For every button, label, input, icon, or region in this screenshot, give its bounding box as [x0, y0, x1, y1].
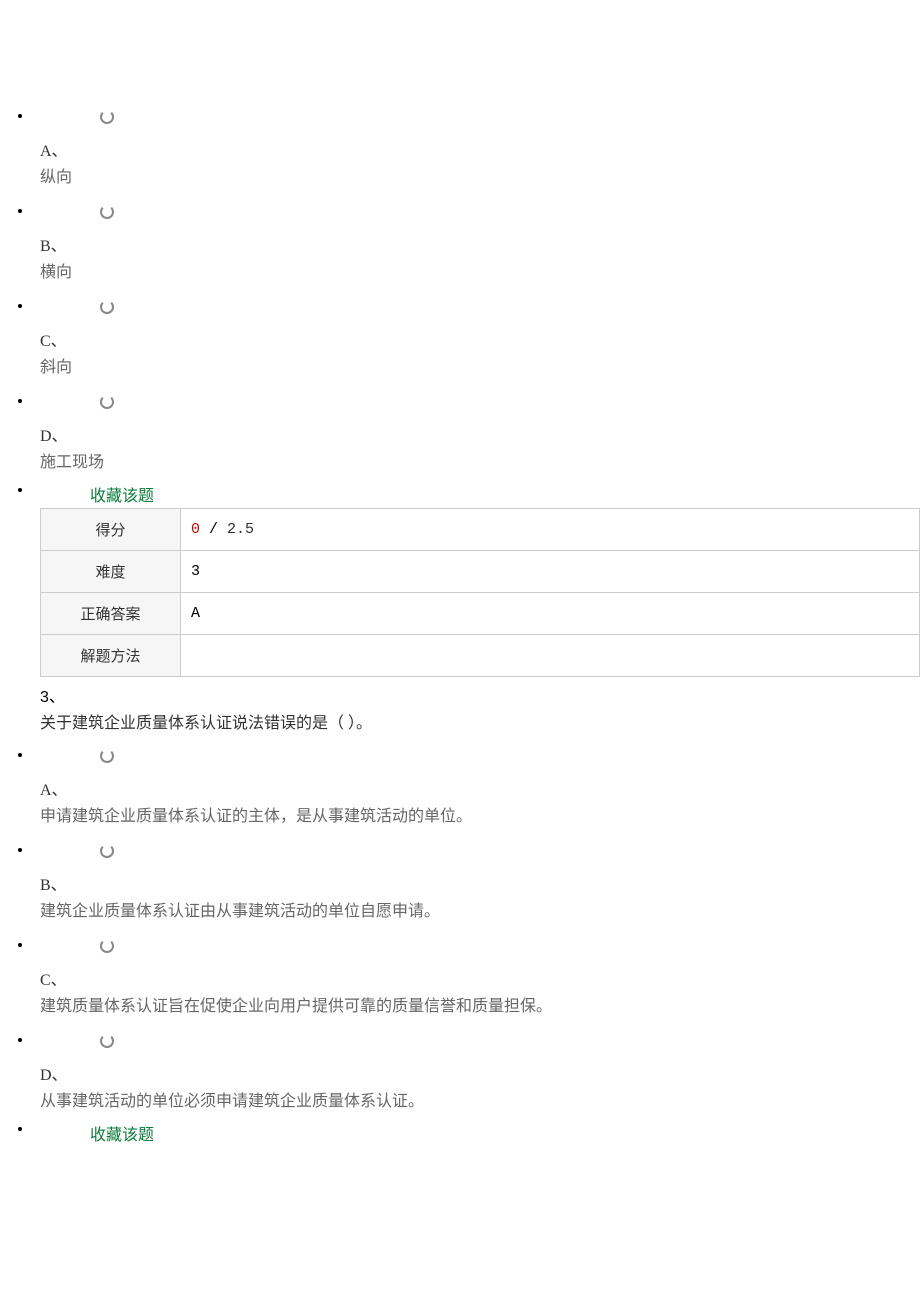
favorite-link[interactable]: 收藏该题 — [90, 1119, 154, 1147]
option-text: 横向 — [40, 258, 920, 282]
radio-icon — [100, 749, 114, 763]
option-text: 建筑质量体系认证旨在促使企业向用户提供可靠的质量信誉和质量担保。 — [40, 992, 920, 1016]
answer-info-table: 得分 0 / 2.5 难度 3 正确答案 A 解题方法 — [40, 508, 920, 677]
option-letter: C、 — [40, 966, 920, 990]
table-row: 正确答案 A — [41, 593, 920, 635]
favorite-row: 收藏该题 — [0, 480, 920, 508]
score-label: 得分 — [41, 509, 181, 551]
method-label: 解题方法 — [41, 635, 181, 677]
question-text: 关于建筑企业质量体系认证说法错误的是（ ）。 — [40, 709, 920, 733]
radio-icon — [100, 395, 114, 409]
radio-icon — [100, 844, 114, 858]
favorite-row: 收藏该题 — [0, 1119, 920, 1147]
option-text: 申请建筑企业质量体系认证的主体，是从事建筑活动的单位。 — [40, 802, 920, 826]
option-letter: B、 — [40, 232, 920, 256]
q3-option-d[interactable]: D、 从事建筑活动的单位必须申请建筑企业质量体系认证。 — [0, 1024, 920, 1111]
option-text: 斜向 — [40, 353, 920, 377]
table-row: 得分 0 / 2.5 — [41, 509, 920, 551]
q2-option-d[interactable]: D、 施工现场 — [0, 385, 920, 472]
method-value — [181, 635, 920, 677]
option-text: 纵向 — [40, 163, 920, 187]
option-letter: D、 — [40, 422, 920, 446]
score-sep: / — [200, 521, 227, 538]
option-letter: A、 — [40, 776, 920, 800]
q3-option-a[interactable]: A、 申请建筑企业质量体系认证的主体，是从事建筑活动的单位。 — [0, 739, 920, 826]
q2-option-c[interactable]: C、 斜向 — [0, 290, 920, 377]
radio-icon — [100, 939, 114, 953]
radio-icon — [100, 110, 114, 124]
difficulty-label: 难度 — [41, 551, 181, 593]
score-total: 2.5 — [227, 521, 254, 538]
q2-option-a[interactable]: A、 纵向 — [0, 100, 920, 187]
option-letter: D、 — [40, 1061, 920, 1085]
answer-value: A — [181, 593, 920, 635]
radio-icon — [100, 300, 114, 314]
answer-label: 正确答案 — [41, 593, 181, 635]
table-row: 难度 3 — [41, 551, 920, 593]
q3-option-c[interactable]: C、 建筑质量体系认证旨在促使企业向用户提供可靠的质量信誉和质量担保。 — [0, 929, 920, 1016]
difficulty-value: 3 — [181, 551, 920, 593]
option-letter: C、 — [40, 327, 920, 351]
q3-option-b[interactable]: B、 建筑企业质量体系认证由从事建筑活动的单位自愿申请。 — [0, 834, 920, 921]
option-text: 从事建筑活动的单位必须申请建筑企业质量体系认证。 — [40, 1087, 920, 1111]
radio-icon — [100, 1034, 114, 1048]
score-value: 0 / 2.5 — [181, 509, 920, 551]
table-row: 解题方法 — [41, 635, 920, 677]
option-letter: A、 — [40, 137, 920, 161]
radio-icon — [100, 205, 114, 219]
option-letter: B、 — [40, 871, 920, 895]
favorite-link[interactable]: 收藏该题 — [90, 480, 154, 508]
option-text: 建筑企业质量体系认证由从事建筑活动的单位自愿申请。 — [40, 897, 920, 921]
score-got: 0 — [191, 521, 200, 538]
q2-option-b[interactable]: B、 横向 — [0, 195, 920, 282]
option-text: 施工现场 — [40, 448, 920, 472]
question-number: 3、 — [40, 683, 920, 707]
